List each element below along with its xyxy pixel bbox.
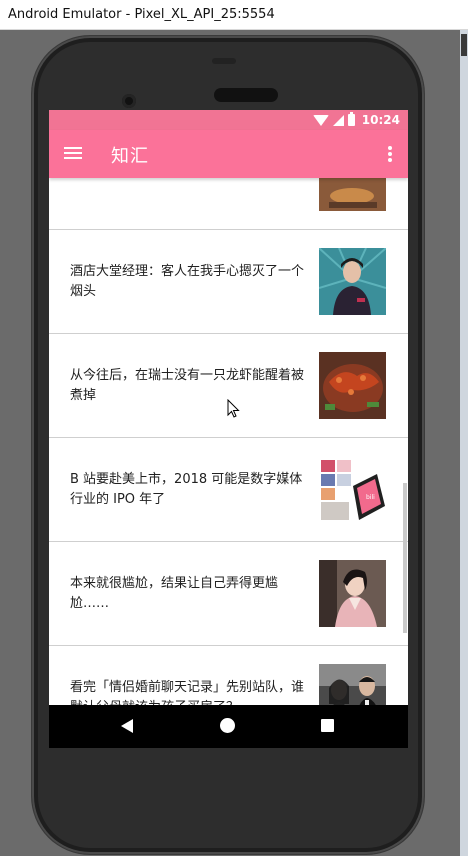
hamburger-menu-icon[interactable]: [63, 144, 83, 164]
item-thumbnail: [319, 352, 386, 419]
item-title: B 站要赴美上市，2018 可能是数字媒体行业的 IPO 年了: [70, 472, 303, 507]
item-title: 本来就很尴尬，结果让自己弄得更尴尬……: [70, 576, 279, 611]
side-toolbar-handle[interactable]: [461, 34, 467, 56]
list-item[interactable]: 酒店大堂经理：客人在我手心摁灭了一个烟头: [49, 230, 408, 334]
item-title: [70, 178, 310, 230]
item-thumbnail: [319, 178, 386, 211]
item-title: 看完「情侣婚前聊天记录」先别站队，谁默认父母就该为孩子买房了？: [70, 680, 305, 705]
status-bar: 10:24: [49, 110, 408, 130]
nav-home-icon[interactable]: [220, 718, 235, 733]
emulator-title-bar: Android Emulator - Pixel_XL_API_25:5554: [0, 0, 468, 30]
nav-back-icon[interactable]: [121, 719, 133, 733]
svg-text:bili: bili: [366, 494, 375, 501]
phone-earpiece: [214, 88, 278, 102]
phone-screen: 10:24 知汇 酒店大堂经理：客人在我手心摁灭了一个烟头 从今往后，在瑞士没有…: [49, 110, 408, 748]
list-item[interactable]: 本来就很尴尬，结果让自己弄得更尴尬……: [49, 542, 408, 646]
nav-recent-apps-icon[interactable]: [321, 719, 334, 732]
list-item[interactable]: 从今往后，在瑞士没有一只龙虾能醒着被煮掉: [49, 334, 408, 438]
scrollbar[interactable]: [403, 483, 407, 633]
item-thumbnail: [319, 664, 386, 705]
app-bar: 知汇: [49, 130, 408, 178]
cell-signal-icon: [332, 114, 344, 126]
app-title: 知汇: [111, 146, 149, 167]
item-title: 从今往后，在瑞士没有一只龙虾能醒着被煮掉: [70, 368, 305, 403]
item-title: 酒店大堂经理：客人在我手心摁灭了一个烟头: [70, 264, 305, 299]
front-camera-icon: [122, 94, 136, 108]
wifi-icon: [312, 114, 329, 126]
navigation-bar: [49, 705, 408, 748]
more-vertical-icon[interactable]: [382, 144, 398, 164]
battery-icon: [347, 112, 355, 126]
list-item[interactable]: 看完「情侣婚前聊天记录」先别站队，谁默认父母就该为孩子买房了？: [49, 646, 408, 705]
item-thumbnail: [319, 560, 386, 627]
item-thumbnail: bili: [319, 456, 386, 523]
phone-sensor: [212, 58, 236, 64]
mouse-cursor-icon: [227, 399, 240, 418]
item-thumbnail: [319, 248, 386, 315]
news-feed-list[interactable]: 酒店大堂经理：客人在我手心摁灭了一个烟头 从今往后，在瑞士没有一只龙虾能醒着被煮…: [49, 178, 408, 705]
status-time: 10:24: [361, 113, 400, 127]
list-item[interactable]: [49, 178, 408, 230]
list-item[interactable]: B 站要赴美上市，2018 可能是数字媒体行业的 IPO 年了 bili: [49, 438, 408, 542]
emulator-side-toolbar: [460, 30, 468, 856]
emulator-title: Android Emulator - Pixel_XL_API_25:5554: [8, 7, 275, 22]
